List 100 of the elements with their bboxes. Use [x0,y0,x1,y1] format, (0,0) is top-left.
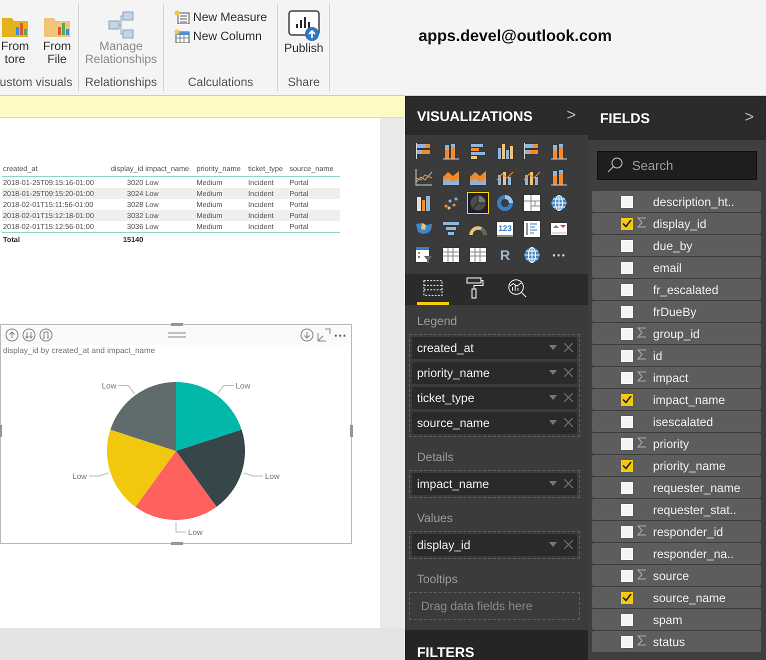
field-item[interactable]: group_id [592,323,761,344]
visual-type-button[interactable]: ··· [548,244,570,266]
visual-type-button[interactable] [467,192,489,214]
field-pill[interactable]: impact_name [412,472,577,495]
checkbox[interactable] [621,548,633,560]
table-column-icon [174,29,190,43]
field-pill[interactable]: created_at [412,336,577,359]
slice-label: Low [265,472,280,482]
checkbox[interactable] [621,372,633,384]
checkbox[interactable] [621,306,633,318]
field-item[interactable]: responder_na.. [592,543,761,564]
field-item[interactable]: priority_name [592,455,761,476]
checkbox[interactable] [621,240,633,252]
field-item[interactable]: spam [592,609,761,630]
checkbox[interactable] [621,328,633,340]
hierarchy-icon[interactable] [39,328,53,342]
field-pill[interactable]: source_name [412,412,577,434]
checkbox[interactable] [621,460,633,472]
checkbox[interactable] [621,350,633,362]
field-item[interactable]: due_by [592,235,761,256]
visual-type-button[interactable]: R [494,244,516,266]
field-item[interactable]: requester_stat.. [592,499,761,520]
field-name: impact [653,370,688,384]
more-options[interactable]: ··· [334,328,347,342]
stacked-bar-icon [415,142,433,160]
field-item[interactable]: status [592,631,761,652]
close-icon[interactable] [564,368,573,378]
field-item[interactable]: source_name [592,587,761,608]
dropdown-icon[interactable] [549,481,557,486]
field-name: source_name [653,590,726,604]
column-chart-icon [496,142,514,160]
close-icon[interactable] [564,479,573,488]
checkbox[interactable] [621,394,633,406]
close-icon[interactable] [564,343,573,352]
field-item[interactable]: isescalated [592,411,761,432]
checkbox[interactable] [621,196,633,208]
leader-line [118,384,135,394]
collapse-icon[interactable]: > [744,109,754,127]
checkbox[interactable] [621,504,633,516]
dropdown-icon[interactable] [549,420,557,426]
ribbon-button[interactable]: From File [40,10,74,66]
close-icon[interactable] [564,393,573,402]
leader-line [88,472,109,477]
search-field[interactable]: Search [597,151,757,180]
field-item[interactable]: priority [592,433,761,454]
field-item[interactable]: frDueBy [592,301,761,322]
filters-title: FILTERS [417,644,474,660]
group-label: Relationships [84,75,158,89]
expand-down-icon[interactable] [22,328,36,342]
dropdown-icon[interactable] [549,345,557,350]
checkbox[interactable] [621,636,633,648]
ribbon-button[interactable]: New Measure [174,10,268,24]
dropdown-icon[interactable] [549,370,557,376]
checkbox[interactable] [621,482,633,494]
checkbox[interactable] [621,416,633,428]
field-pill[interactable]: display_id [412,534,577,556]
checkbox[interactable] [621,614,633,626]
checkbox[interactable] [621,438,633,450]
drill-down-icon[interactable] [300,328,314,342]
field-item[interactable]: responder_id [592,521,761,542]
field-item[interactable]: fr_escalated [592,279,761,300]
checkbox[interactable] [621,570,633,582]
field-item[interactable]: email [592,257,761,278]
table-icon [442,246,460,264]
field-pill[interactable]: ticket_type [412,386,577,409]
ribbon-button[interactable]: From tore [0,10,32,66]
focus-mode-icon[interactable] [317,328,331,342]
field-item[interactable]: id [592,345,761,366]
ribbon-chart-icon [415,194,433,212]
field-item[interactable]: description_ht.. [592,191,761,212]
close-icon[interactable] [564,418,573,428]
field-name: impact_name [653,392,726,406]
ribbon-button[interactable]: Publish [282,10,326,55]
field-pill[interactable]: priority_name [412,362,577,384]
visual-type-button[interactable] [413,166,435,188]
checkbox[interactable] [621,284,633,296]
stacked-bar-icon [523,142,541,160]
checkbox[interactable] [621,592,633,604]
field-item[interactable]: requester_name [592,477,761,498]
bar-chart-icon [469,142,487,160]
ribbon-button[interactable]: New Column [174,29,262,43]
field-item[interactable]: display_id [592,213,761,234]
dropdown-icon[interactable] [549,542,557,548]
slicer-icon [415,246,433,264]
checkbox[interactable] [621,218,633,230]
field-name: group_id [653,326,700,340]
close-icon[interactable] [564,540,573,550]
checkbox[interactable] [621,526,633,538]
field-item[interactable]: impact [592,367,761,388]
collapse-icon[interactable]: > [566,106,576,125]
drag-handle-icon[interactable] [168,332,186,338]
drill-up-icon[interactable] [5,328,19,342]
field-name: responder_id [653,524,724,538]
visual-type-button[interactable]: 123 [494,218,516,240]
well-title: Legend [416,312,458,330]
dropdown-icon[interactable] [549,395,557,400]
field-item[interactable]: impact_name [592,389,761,410]
field-item[interactable]: source [592,565,761,586]
checkbox[interactable] [621,262,633,274]
well-title: Details [416,448,455,466]
